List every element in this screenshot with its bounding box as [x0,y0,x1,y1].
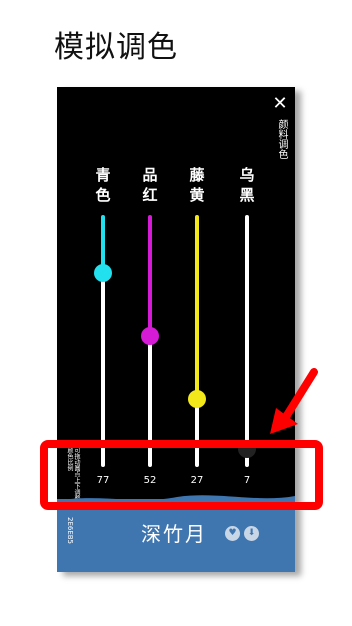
page-title: 模拟调色 [54,30,178,65]
slider-knob[interactable] [94,263,112,282]
column-label: 藤黄 [189,166,205,204]
column-yellow: 藤黄 27 [177,87,217,487]
close-icon[interactable]: ✕ [271,95,289,113]
annotation-highlight-box [40,440,323,510]
column-label: 青色 [95,166,111,204]
color-name: 深竹月 [141,522,207,546]
column-label: 乌黑 [239,166,255,204]
slider-track[interactable] [101,215,105,467]
panel-title: 颜料调色 [276,119,287,159]
column-label: 品红 [142,166,158,204]
slider-track[interactable] [195,215,199,467]
color-code: 2E6EB5 [66,517,74,545]
download-icon[interactable]: ⬇ [244,526,259,541]
column-black: 乌黑 7 [227,87,267,487]
heart-icon[interactable]: ♥ [225,526,240,541]
slider-knob[interactable] [141,326,159,345]
annotation-arrow-icon [270,368,318,434]
slider-knob[interactable] [188,389,206,408]
column-cyan: 青色 77 [83,87,123,487]
column-magenta: 品红 52 [130,87,170,487]
slider-track[interactable] [245,215,249,467]
